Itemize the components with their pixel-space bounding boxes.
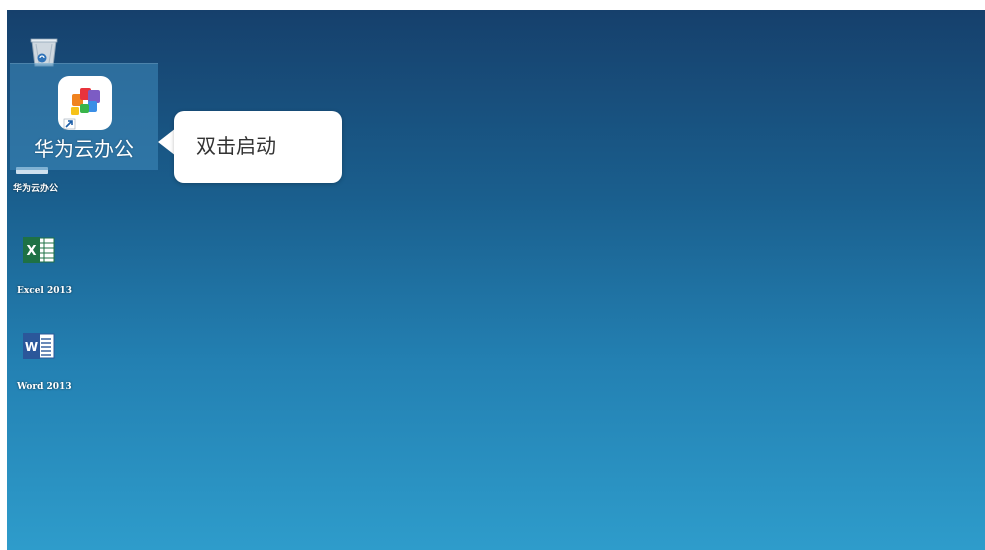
double-click-callout: 双击启动 [174, 111, 342, 183]
excel-desktop-item[interactable]: Excel 2013 [17, 286, 72, 297]
word-icon[interactable]: W [22, 331, 56, 361]
huawei-cloud-office-zoom[interactable]: 华为云办公 [10, 63, 158, 170]
huawei-cloud-office-zoom-label: 华为云办公 [34, 137, 134, 161]
excel-label: Excel 2013 [17, 286, 73, 296]
word-desktop-item[interactable]: Word 2013 [17, 382, 72, 393]
huawei-cloud-office-label: 华为云办公 [13, 184, 59, 194]
huawei-cloud-office-desktop-item[interactable]: 华为云办公 [13, 184, 58, 195]
huawei-cloud-office-icon[interactable] [57, 75, 113, 131]
word-label: Word 2013 [17, 382, 72, 392]
screenshot-frame: 华为云办公 华为云办公 双击启动 X Excel 2013 W Word 201… [0, 0, 985, 550]
excel-icon[interactable]: X [22, 235, 56, 265]
desktop: 华为云办公 华为云办公 双击启动 X Excel 2013 W Word 201… [7, 10, 985, 550]
callout-text: 双击启动 [196, 134, 276, 158]
svg-text:W: W [25, 340, 38, 354]
svg-text:X: X [26, 244, 36, 259]
